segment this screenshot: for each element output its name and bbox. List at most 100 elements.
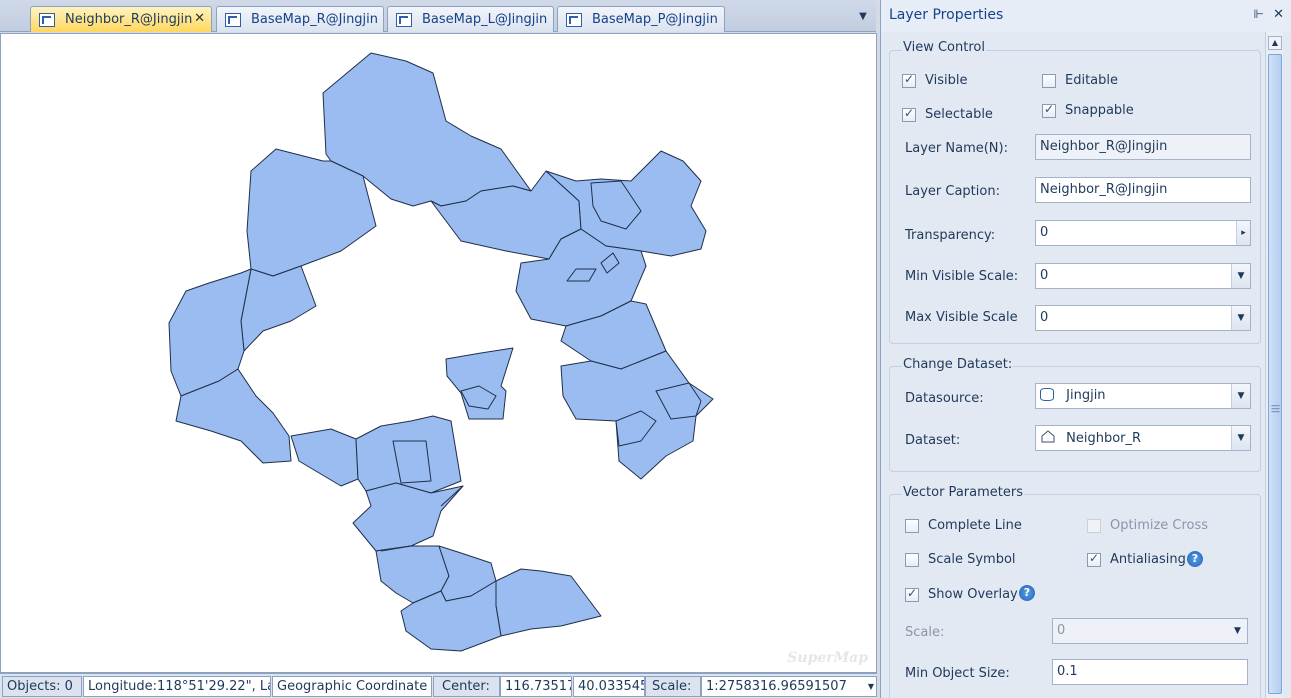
optimize-cross-label: Optimize Cross <box>1110 518 1209 533</box>
change-dataset-group <box>889 366 1261 472</box>
close-icon[interactable]: ✕ <box>194 11 205 26</box>
map-region <box>352 482 464 552</box>
min-visible-scale-combo[interactable]: 0 ▼ <box>1035 263 1251 289</box>
panel-title: Layer Properties <box>889 7 1004 23</box>
supermap-watermark: SuperMap <box>787 650 868 666</box>
chevron-down-icon[interactable]: ▼ <box>1231 384 1250 408</box>
tab-basemap-p[interactable]: BaseMap_P@Jingjin <box>557 6 725 32</box>
chevron-down-icon[interactable]: ▼ <box>868 677 874 696</box>
scale-symbol-label: Scale Symbol <box>928 552 1016 567</box>
max-visible-scale-combo[interactable]: 0 ▼ <box>1035 305 1251 331</box>
selectable-checkbox[interactable]: Selectable <box>902 106 993 122</box>
chevron-down-icon[interactable]: ▼ <box>1231 426 1250 450</box>
complete-line-checkbox[interactable]: Complete Line <box>905 518 1022 533</box>
view-control-title: View Control <box>902 40 986 55</box>
complete-line-label: Complete Line <box>928 518 1022 533</box>
scale-field[interactable]: 1:2758316.96591507 ▼ <box>701 676 877 697</box>
overlay-scale-label: Scale: <box>905 625 945 640</box>
panel-body: View Control Visible Editable Selectable… <box>881 32 1291 698</box>
tab-label: BaseMap_P@Jingjin <box>592 12 718 27</box>
map-polygons <box>168 52 714 652</box>
min-scale-value: 0 <box>1040 268 1049 283</box>
map-region <box>495 568 602 637</box>
panel-title-bar: Layer Properties ⊩ ✕ <box>881 0 1291 32</box>
checkbox-box[interactable] <box>1087 518 1101 533</box>
layer-caption-input[interactable]: Neighbor_R@Jingjin <box>1035 177 1251 203</box>
map-icon <box>566 12 582 27</box>
checkbox-box[interactable] <box>905 586 919 602</box>
checkbox-box[interactable] <box>1042 73 1056 88</box>
help-icon[interactable]: ? <box>1019 585 1035 601</box>
center-x-field[interactable]: 116.73517 <box>500 676 572 697</box>
map-canvas[interactable]: SuperMap <box>0 33 877 673</box>
map-region <box>290 428 359 487</box>
datasource-combo[interactable]: Jingjin ▼ <box>1035 383 1251 409</box>
coordinate-system: Geographic Coordinate Sy <box>272 676 432 697</box>
database-icon <box>1040 388 1054 401</box>
snappable-checkbox[interactable]: Snappable <box>1042 102 1134 118</box>
chevron-down-icon[interactable]: ▼ <box>1231 306 1250 330</box>
layer-name-field: Neighbor_R@Jingjin <box>1035 134 1251 160</box>
max-scale-value: 0 <box>1040 310 1049 325</box>
overlay-scale-value: 0 <box>1057 623 1066 638</box>
center-y-field[interactable]: 40.033545 <box>573 676 645 697</box>
datasource-value: Jingjin <box>1066 388 1106 403</box>
optimize-cross-checkbox[interactable]: Optimize Cross <box>1087 518 1208 533</box>
scrollbar-thumb[interactable]: — — — <box>1268 54 1282 694</box>
pin-icon[interactable]: ⊩ <box>1254 7 1264 21</box>
show-overlay-checkbox[interactable]: Show Overlay <box>905 586 1018 602</box>
map-icon <box>225 12 241 27</box>
max-visible-scale-label: Max Visible Scale <box>905 310 1018 325</box>
chevron-down-icon[interactable]: ▼ <box>1231 264 1250 288</box>
layer-caption-label: Layer Caption: <box>905 184 1000 199</box>
tab-basemap-l[interactable]: BaseMap_L@Jingjin <box>387 6 554 32</box>
tab-label: BaseMap_L@Jingjin <box>422 12 548 27</box>
chevron-right-icon[interactable]: ▸ <box>1236 221 1250 245</box>
vector-parameters-title: Vector Parameters <box>902 485 1024 500</box>
center-label: Center: <box>433 676 500 697</box>
show-overlay-label: Show Overlay <box>928 587 1018 602</box>
visible-label: Visible <box>925 73 968 88</box>
checkbox-box[interactable] <box>902 106 916 122</box>
visible-checkbox[interactable]: Visible <box>902 72 968 88</box>
editable-checkbox[interactable]: Editable <box>1042 73 1118 88</box>
help-icon[interactable]: ? <box>1187 551 1203 567</box>
checkbox-box[interactable] <box>902 72 916 88</box>
dataset-combo[interactable]: Neighbor_R ▼ <box>1035 425 1251 451</box>
scroll-up-icon[interactable]: ▲ <box>1268 36 1282 50</box>
map-region <box>445 347 514 420</box>
tab-label: Neighbor_R@Jingjin <box>65 12 193 27</box>
overlay-scale-combo[interactable]: 0 ▼ <box>1052 618 1248 644</box>
transparency-input[interactable]: 0 ▸ <box>1035 220 1251 246</box>
chevron-down-icon[interactable]: ▼ <box>1228 619 1247 643</box>
checkbox-box[interactable] <box>1087 551 1101 567</box>
objects-count: Objects: 0 <box>2 676 82 697</box>
tab-label: BaseMap_R@Jingjin <box>251 12 379 27</box>
antialiasing-label: Antialiasing <box>1110 552 1186 567</box>
dataset-label: Dataset: <box>905 433 961 448</box>
layer-properties-panel: Layer Properties ⊩ ✕ View Control Visibl… <box>880 0 1291 698</box>
layer-name-label: Layer Name(N): <box>905 141 1008 156</box>
scale-label: Scale: <box>645 676 701 697</box>
map-region <box>240 265 317 352</box>
tab-neighbor-r[interactable]: Neighbor_R@Jingjin ✕ <box>30 6 212 32</box>
tab-basemap-r[interactable]: BaseMap_R@Jingjin <box>216 6 384 32</box>
close-icon[interactable]: ✕ <box>1273 7 1284 22</box>
grip-icon: — — — <box>1271 401 1280 417</box>
snappable-label: Snappable <box>1065 103 1134 118</box>
cursor-coordinates: Longitude:118°51'29.22", Lati <box>83 676 271 697</box>
scale-symbol-checkbox[interactable]: Scale Symbol <box>905 552 1016 567</box>
checkbox-box[interactable] <box>905 552 919 567</box>
tab-list-dropdown-icon[interactable]: ▼ <box>856 10 870 24</box>
panel-scrollbar[interactable]: ▲ — — — <box>1265 32 1283 698</box>
checkbox-box[interactable] <box>905 518 919 533</box>
dataset-value: Neighbor_R <box>1066 431 1142 446</box>
document-tab-bar: Neighbor_R@Jingjin ✕ BaseMap_R@Jingjin B… <box>0 0 876 32</box>
min-object-size-input[interactable]: 0.1 <box>1052 659 1248 685</box>
checkbox-box[interactable] <box>1042 102 1056 118</box>
selectable-label: Selectable <box>925 107 993 122</box>
datasource-label: Datasource: <box>905 391 984 406</box>
editable-label: Editable <box>1065 73 1119 88</box>
antialiasing-checkbox[interactable]: Antialiasing <box>1087 551 1186 567</box>
transparency-value: 0 <box>1040 225 1049 240</box>
